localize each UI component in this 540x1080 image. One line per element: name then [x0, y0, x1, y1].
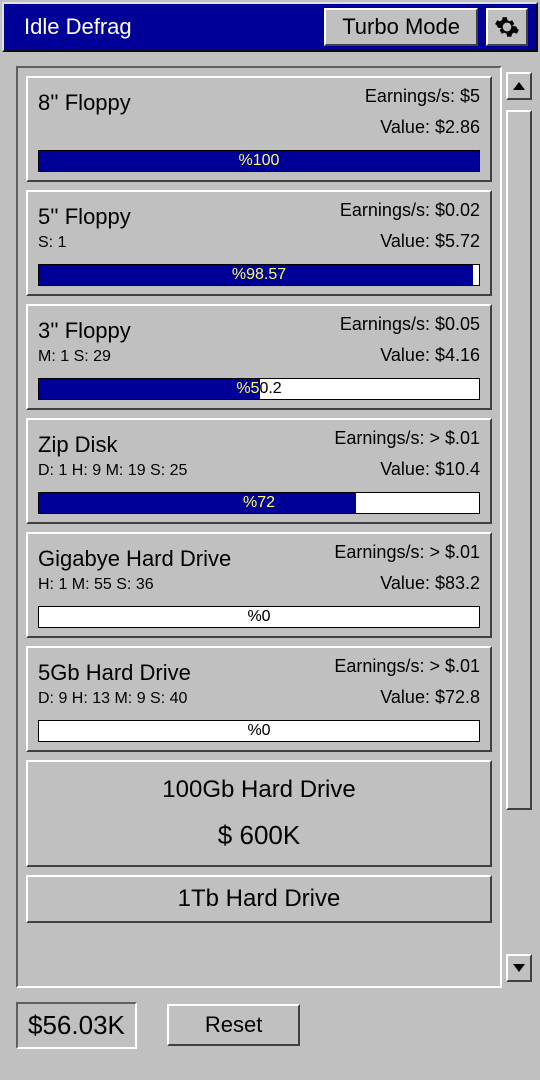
- progress-bar: %98.57: [38, 264, 480, 286]
- drive-name: Gigabye Hard Drive: [38, 542, 231, 572]
- reset-button[interactable]: Reset: [167, 1004, 300, 1046]
- card-top-row: 5Gb Hard Drive D: 9 H: 13 M: 9 S: 40 Earni…: [38, 656, 480, 718]
- locked-drive-price: $ 600K: [42, 820, 476, 851]
- drive-value: Value: $72.8: [334, 687, 480, 708]
- drive-card[interactable]: 5'' Floppy S: 1 Earnings/s: $0.02 Value: $5…: [26, 190, 492, 296]
- scroll-down-button[interactable]: [506, 954, 532, 982]
- card-top-row: 5'' Floppy S: 1 Earnings/s: $0.02 Value: $5…: [38, 200, 480, 262]
- drive-name: 5Gb Hard Drive: [38, 656, 191, 686]
- drive-name: Zip Disk: [38, 428, 187, 458]
- gear-icon: [494, 14, 520, 40]
- drive-earnings: Earnings/s: > $.01: [334, 656, 480, 677]
- progress-bar: %72: [38, 492, 480, 514]
- progress-bar: %50.2: [38, 378, 480, 400]
- title-bar: Idle Defrag Turbo Mode: [2, 2, 538, 52]
- progress-label: %0: [39, 721, 479, 741]
- progress-label: %72: [39, 493, 479, 513]
- drive-value: Value: $10.4: [334, 459, 480, 480]
- turbo-mode-button[interactable]: Turbo Mode: [324, 8, 478, 46]
- progress-bar: %100: [38, 150, 480, 172]
- app-title: Idle Defrag: [24, 14, 324, 40]
- main-scroll-area: 8'' Floppy Earnings/s: $5 Value: $2.86 %100…: [2, 52, 538, 992]
- drive-value: Value: $4.16: [340, 345, 480, 366]
- drive-name: 8'' Floppy: [38, 86, 131, 116]
- drive-timer: D: 1 H: 9 M: 19 S: 25: [38, 462, 187, 480]
- drive-name: 3'' Floppy: [38, 314, 131, 344]
- drive-card[interactable]: Zip Disk D: 1 H: 9 M: 19 S: 25 Earnings/s:…: [26, 418, 492, 524]
- scroll-up-button[interactable]: [506, 72, 532, 100]
- card-top-row: Zip Disk D: 1 H: 9 M: 19 S: 25 Earnings/s:…: [38, 428, 480, 490]
- drive-earnings: Earnings/s: > $.01: [334, 428, 480, 449]
- drive-earnings: Earnings/s: $0.05: [340, 314, 480, 335]
- drive-timer: S: 1: [38, 234, 131, 252]
- drive-earnings: Earnings/s: > $.01: [334, 542, 480, 563]
- drive-card[interactable]: Gigabye Hard Drive H: 1 M: 55 S: 36 Earnin…: [26, 532, 492, 638]
- drive-card[interactable]: 8'' Floppy Earnings/s: $5 Value: $2.86 %100: [26, 76, 492, 182]
- chevron-up-icon: [513, 82, 525, 90]
- card-top-row: 3'' Floppy M: 1 S: 29 Earnings/s: $0.05 Val…: [38, 314, 480, 376]
- chevron-down-icon: [513, 964, 525, 972]
- progress-bar: %0: [38, 606, 480, 628]
- drive-timer: D: 9 H: 13 M: 9 S: 40: [38, 690, 191, 708]
- locked-drive-name: 1Tb Hard Drive: [36, 885, 482, 913]
- progress-label: %100: [39, 151, 479, 171]
- scrollbar: [504, 66, 534, 988]
- drive-value: Value: $83.2: [334, 573, 480, 594]
- drive-list[interactable]: 8'' Floppy Earnings/s: $5 Value: $2.86 %100…: [16, 66, 502, 988]
- drive-value: Value: $5.72: [340, 231, 480, 252]
- drive-earnings: Earnings/s: $5: [365, 86, 480, 107]
- progress-bar: %0: [38, 720, 480, 742]
- progress-label: %0: [39, 607, 479, 627]
- money-display: $56.03K: [16, 1002, 137, 1049]
- card-top-row: Gigabye Hard Drive H: 1 M: 55 S: 36 Earnin…: [38, 542, 480, 604]
- footer-bar: $56.03K Reset: [2, 992, 538, 1058]
- scrollbar-thumb[interactable]: [506, 110, 532, 810]
- scrollbar-track[interactable]: [506, 102, 532, 952]
- card-top-row: 8'' Floppy Earnings/s: $5 Value: $2.86: [38, 86, 480, 148]
- settings-button[interactable]: [486, 8, 528, 46]
- locked-drive-name: 100Gb Hard Drive: [42, 776, 476, 804]
- drive-name: 5'' Floppy: [38, 200, 131, 230]
- progress-label: %98.57: [39, 265, 479, 285]
- drive-value: Value: $2.86: [365, 117, 480, 138]
- drive-card[interactable]: 3'' Floppy M: 1 S: 29 Earnings/s: $0.05 Val…: [26, 304, 492, 410]
- drive-earnings: Earnings/s: $0.02: [340, 200, 480, 221]
- locked-drive-card[interactable]: 1Tb Hard Drive: [26, 875, 492, 923]
- drive-card[interactable]: 5Gb Hard Drive D: 9 H: 13 M: 9 S: 40 Earni…: [26, 646, 492, 752]
- progress-label: %50.2: [39, 379, 479, 399]
- drive-timer: M: 1 S: 29: [38, 348, 131, 366]
- drive-timer: H: 1 M: 55 S: 36: [38, 576, 231, 594]
- locked-drive-card[interactable]: 100Gb Hard Drive $ 600K: [26, 760, 492, 867]
